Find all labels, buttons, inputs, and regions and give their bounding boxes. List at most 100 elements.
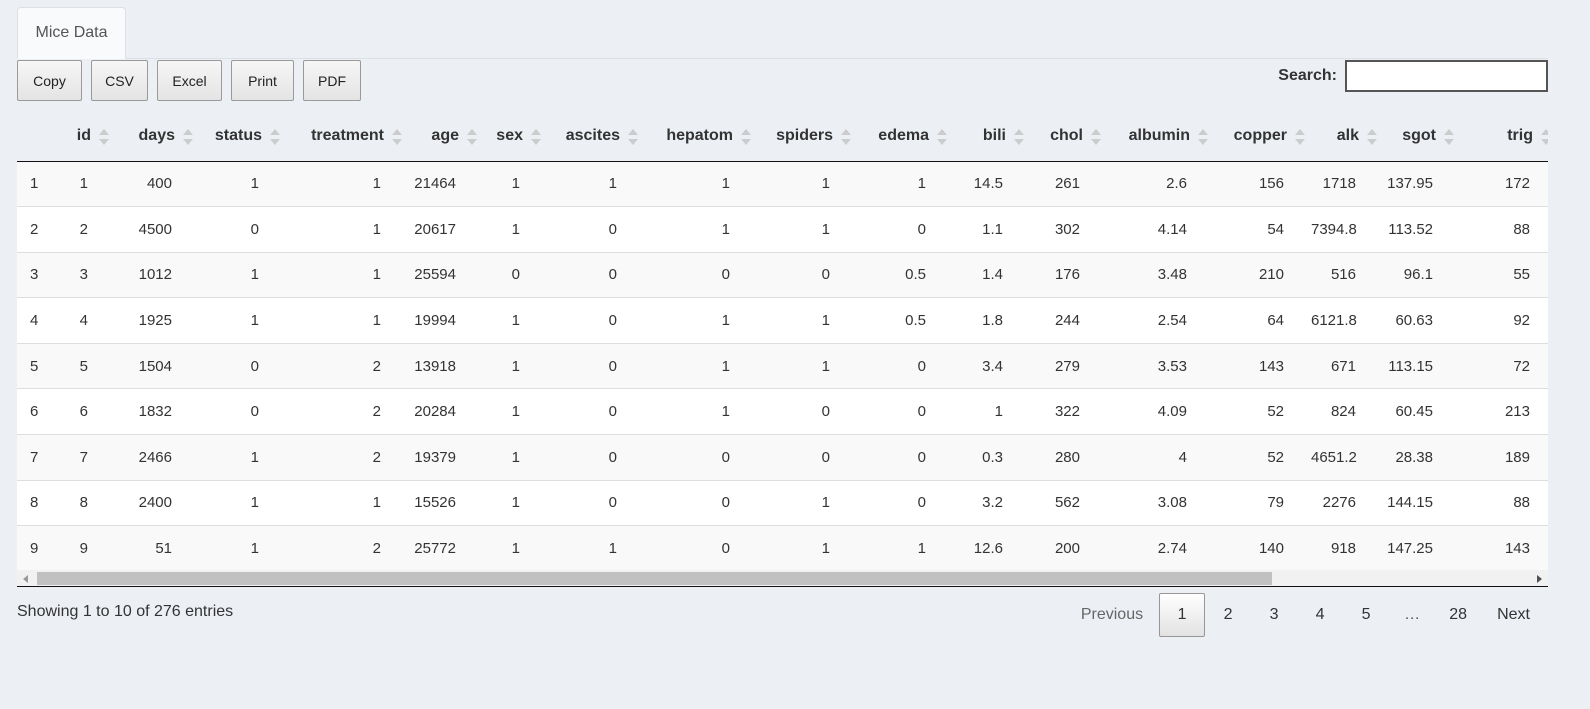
- cell-sex: 1: [511, 175, 520, 193]
- column-header-albumin[interactable]: albumin: [1107, 112, 1214, 162]
- cell-hepatom: 0: [644, 525, 757, 570]
- cell-sgot: 113.52: [1383, 206, 1460, 253]
- cell-days: 4500: [115, 206, 199, 253]
- column-header-label: hepatom: [666, 127, 733, 145]
- cell-status: 1: [199, 297, 286, 344]
- header-row: id days status treatment age sex ascites hepato…: [17, 112, 1548, 162]
- column-header-trig[interactable]: trig: [1460, 112, 1548, 162]
- cell-sex: 0: [483, 251, 547, 298]
- cell-alk: 824: [1311, 388, 1383, 435]
- cell-sgot: 28.38: [1383, 434, 1460, 481]
- sort-arrows-icon: [1444, 129, 1454, 145]
- cell-trig: 213: [1460, 388, 1548, 435]
- page-button-2[interactable]: 2: [1205, 593, 1251, 637]
- cell-alk: 2276: [1311, 479, 1383, 526]
- copy-button[interactable]: Copy: [17, 60, 82, 101]
- sort-arrows-icon: [1541, 129, 1548, 145]
- cell-edema: 0: [857, 206, 953, 253]
- cell-status: 1: [199, 479, 286, 526]
- row-number-cell: 5: [17, 342, 69, 389]
- column-header-label: id: [76, 127, 91, 145]
- column-header-label: sex: [496, 127, 523, 145]
- cell-trig: 88: [1460, 479, 1548, 526]
- table-row: 2 2 4500 0 1 20617 1 0 1 1 0 1.1 302 4.14 54 7394.8 113.…: [17, 206, 1548, 253]
- cell-albumin: 4.14: [1107, 206, 1214, 253]
- next-page-button[interactable]: Next: [1481, 593, 1548, 637]
- column-header-label: albumin: [1128, 127, 1190, 145]
- column-header-treatment[interactable]: treatment: [286, 112, 408, 162]
- scrollbar-thumb[interactable]: [37, 572, 1272, 585]
- page-button-4[interactable]: 4: [1297, 593, 1343, 637]
- table-row: 7 7 2466 1 2 19379 1 0 0 0 0 0.3 280 4 52 4651.2 28.38 18…: [17, 434, 1548, 481]
- cell-hepatom: 1: [644, 297, 757, 344]
- search-box: Search:: [1278, 60, 1548, 92]
- cell-chol: 562: [1030, 479, 1107, 526]
- cell-edema: 0.5: [857, 297, 953, 344]
- table-row: 3 3 1012 1 1 25594 0 0 0 0 0.5 1.4 176 3.48 210 516 96.1…: [17, 251, 1548, 298]
- cell-id: 2: [69, 206, 115, 253]
- page-button-3[interactable]: 3: [1251, 593, 1297, 637]
- excel-button[interactable]: Excel: [157, 60, 222, 101]
- table-row: 9 9 51 1 2 25772 1 1 0 1 1 12.6 200 2.74 140 918 147.25 1…: [17, 525, 1548, 570]
- sort-arrows-icon: [392, 129, 402, 145]
- csv-button[interactable]: CSV: [91, 60, 148, 101]
- cell-treatment: 1: [286, 479, 408, 526]
- cell-treatment: 2: [286, 388, 408, 435]
- row-number-cell: 3: [17, 251, 69, 298]
- cell-ascites: 0: [547, 434, 644, 481]
- column-header-days[interactable]: days: [115, 112, 199, 162]
- cell-alk: 1718: [1322, 175, 1356, 193]
- column-header-sgot[interactable]: sgot: [1383, 112, 1460, 162]
- page-ellipsis: …: [1404, 606, 1421, 623]
- column-header-label: trig: [1507, 127, 1533, 145]
- column-header-bili[interactable]: bili: [953, 112, 1030, 162]
- cell-sgot: 137.95: [1387, 175, 1433, 193]
- column-header-status[interactable]: status: [199, 112, 286, 162]
- cell-chol: 322: [1030, 388, 1107, 435]
- cell-treatment: 2: [286, 525, 408, 570]
- cell-days: 1012: [115, 251, 199, 298]
- search-input[interactable]: [1345, 60, 1548, 92]
- column-header-label: sgot: [1402, 127, 1436, 145]
- column-header-spiders[interactable]: spiders: [757, 112, 857, 162]
- cell-ascites: 1: [547, 525, 644, 570]
- column-header-id[interactable]: id: [69, 112, 115, 162]
- column-header-label: copper: [1233, 127, 1287, 145]
- column-header-chol[interactable]: chol: [1030, 112, 1107, 162]
- cell-age: 13918: [408, 342, 483, 389]
- page-button-5[interactable]: 5: [1343, 593, 1389, 637]
- cell-ascites: 0: [547, 251, 644, 298]
- page-button-1[interactable]: 1: [1159, 593, 1206, 637]
- page-button-28[interactable]: 28: [1435, 593, 1481, 637]
- tab-mice-data[interactable]: Mice Data: [17, 7, 126, 59]
- cell-status: 1: [250, 175, 259, 193]
- scroll-left-arrow-icon[interactable]: [17, 570, 34, 587]
- cell-age: 20617: [408, 206, 483, 253]
- cell-hepatom: 0: [644, 434, 757, 481]
- column-header-age[interactable]: age: [408, 112, 483, 162]
- pdf-button[interactable]: PDF: [303, 60, 361, 101]
- column-header-edema[interactable]: edema: [857, 112, 953, 162]
- sort-arrows-icon: [467, 129, 477, 145]
- scroll-right-arrow-icon[interactable]: [1531, 570, 1548, 587]
- cell-spiders: 1: [757, 206, 857, 253]
- column-header-copper[interactable]: copper: [1214, 112, 1311, 162]
- cell-age: 21464: [414, 175, 456, 193]
- sort-arrows-icon: [183, 129, 193, 145]
- print-button[interactable]: Print: [231, 60, 294, 101]
- cell-ascites: 0: [547, 297, 644, 344]
- column-header-alk[interactable]: alk: [1311, 112, 1383, 162]
- previous-page-button[interactable]: Previous: [1069, 593, 1159, 637]
- column-header-hepatom[interactable]: hepatom: [644, 112, 757, 162]
- row-number-cell: 8: [17, 479, 69, 526]
- cell-spiders: 1: [757, 479, 857, 526]
- sort-arrows-icon: [1091, 129, 1101, 145]
- horizontal-scrollbar[interactable]: [17, 570, 1548, 587]
- row-number-header: [17, 112, 69, 162]
- cell-id: 4: [69, 297, 115, 344]
- column-header-ascites[interactable]: ascites: [547, 112, 644, 162]
- tab-bar: Mice Data: [17, 7, 1548, 59]
- column-header-sex[interactable]: sex: [483, 112, 547, 162]
- cell-id: 5: [69, 342, 115, 389]
- cell-sex: 1: [483, 525, 547, 570]
